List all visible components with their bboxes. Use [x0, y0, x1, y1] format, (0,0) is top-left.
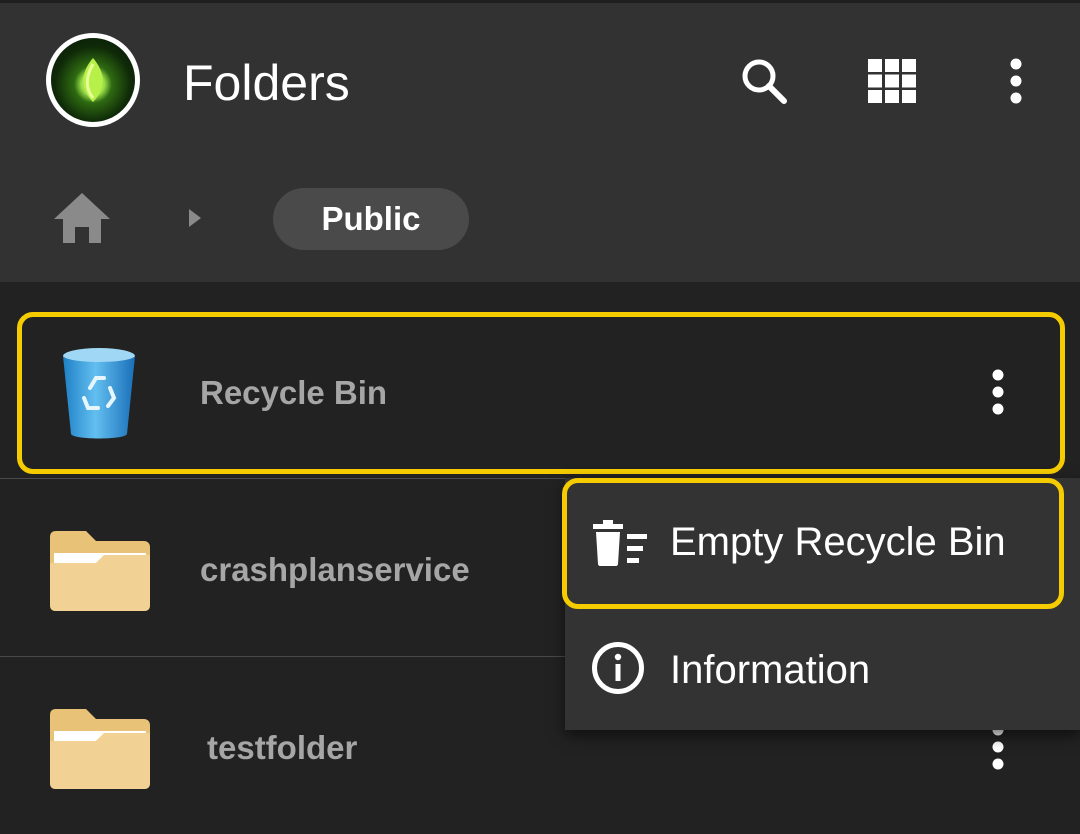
menu-item-information[interactable]: Information: [565, 604, 1080, 730]
empty-recycle-bin-highlight: [562, 478, 1064, 609]
list-item-label: testfolder: [207, 729, 358, 766]
folder-icon: [50, 531, 150, 611]
list-item-label: crashplanservice: [200, 551, 470, 588]
grid-view-icon: [868, 59, 916, 103]
info-icon: [592, 642, 644, 694]
search-icon: [742, 59, 787, 104]
more-vert-icon: [992, 724, 1004, 770]
chevron-right-icon: [189, 209, 201, 227]
recycle-bin-highlight: [17, 312, 1065, 474]
app-bar: Folders Public: [0, 0, 1080, 282]
overflow-menu-button[interactable]: [988, 53, 1044, 109]
leaf-avatar-image: [83, 58, 103, 102]
avatar[interactable]: [46, 33, 140, 127]
folder-icon: [50, 709, 150, 789]
menu-item-label: Information: [670, 648, 871, 692]
breadcrumb-current-folder[interactable]: Public: [273, 188, 469, 250]
grid-view-button[interactable]: [864, 53, 920, 109]
home-breadcrumb-button[interactable]: [50, 189, 114, 245]
home-icon: [54, 193, 110, 243]
more-vert-icon: [1010, 58, 1022, 104]
search-button[interactable]: [736, 53, 792, 109]
breadcrumb: Public: [0, 183, 1080, 255]
page-title: Folders: [183, 55, 350, 111]
